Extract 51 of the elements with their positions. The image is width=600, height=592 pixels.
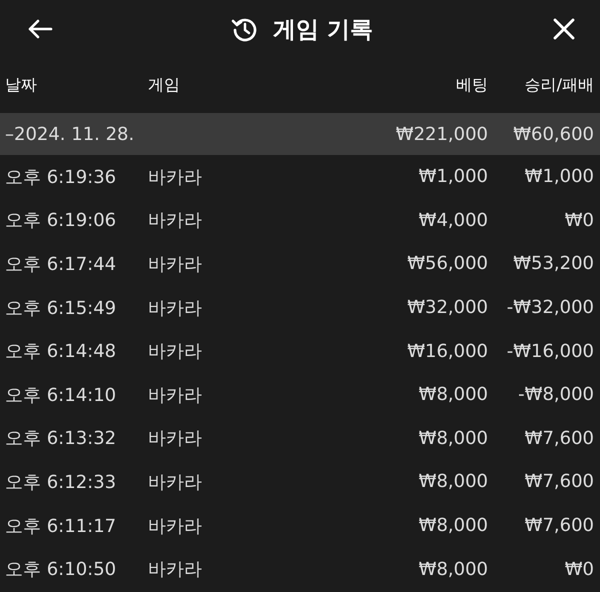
result-total: ₩60,600 (512, 124, 594, 144)
game-cell-text: 바카라 (148, 252, 203, 276)
arrow-left-icon (27, 18, 53, 40)
bet-cell-text: ₩32,000 (406, 297, 488, 318)
column-header: 날짜 (5, 75, 38, 96)
group-date: –2024. 11. 28. (5, 124, 136, 144)
game-cell-text: 바카라 (148, 470, 203, 494)
time-cell-text: 오후 6:19:06 (5, 209, 118, 232)
game-cell-text: 바카라 (148, 166, 203, 189)
window-title: 게임 기록 (272, 16, 373, 44)
result-cell-text: ₩7,600 (524, 428, 594, 449)
result-cell-text: ₩0 (564, 210, 594, 231)
column-header: 게임 (148, 75, 181, 96)
game-cell-text: 바카라 (148, 384, 203, 407)
date-group-row[interactable]: –2024. 11. 28. ₩221,000 ₩60,600 (0, 113, 600, 155)
time-cell-text: 오후 6:12:33 (5, 470, 118, 494)
bet-cell-text: ₩4,000 (418, 210, 488, 231)
bet-cell-text: ₩8,000 (418, 471, 488, 492)
time-cell-text: 오후 6:11:17 (5, 514, 118, 538)
bet-total: ₩221,000 (394, 124, 488, 144)
game-cell-text: 바카라 (148, 296, 203, 320)
result-cell-text: ₩1,000 (524, 166, 594, 188)
game-cell-text: 바카라 (148, 340, 203, 364)
bet-cell-text: ₩8,000 (418, 384, 488, 406)
bet-cell-text: ₩56,000 (406, 253, 488, 274)
game-cell-text: 바카라 (148, 514, 203, 538)
time-cell-text: 오후 6:19:36 (5, 166, 118, 189)
result-cell-text: -₩16,000 (506, 340, 594, 362)
column-header: 베팅 (455, 75, 488, 96)
bet-cell-text: ₩8,000 (418, 558, 488, 580)
bet-cell-text: ₩1,000 (418, 166, 488, 188)
bet-cell-text: ₩16,000 (406, 340, 488, 362)
bet-cell-text: ₩8,000 (418, 428, 488, 449)
result-cell-text: ₩53,200 (512, 253, 594, 274)
result-cell-text: -₩8,000 (517, 384, 594, 406)
result-cell-text: ₩0 (564, 558, 594, 580)
result-cell-text: ₩7,600 (524, 471, 594, 492)
time-cell-text: 오후 6:13:32 (5, 427, 118, 450)
game-cell-text: 바카라 (148, 209, 203, 232)
time-cell-text: 오후 6:14:48 (5, 340, 118, 364)
bet-cell-text: ₩8,000 (418, 515, 488, 536)
time-cell-text: 오후 6:15:49 (5, 296, 118, 320)
result-cell-text: ₩7,600 (524, 515, 594, 536)
game-cell-text: 바카라 (148, 558, 203, 582)
column-header: 승리/패배 (524, 75, 594, 96)
result-cell-text: -₩32,000 (506, 297, 594, 318)
time-cell-text: 오후 6:10:50 (5, 558, 118, 582)
time-cell-text: 오후 6:17:44 (5, 252, 118, 276)
close-icon (552, 18, 575, 40)
time-cell-text: 오후 6:14:10 (5, 384, 118, 407)
game-cell-text: 바카라 (148, 427, 203, 450)
